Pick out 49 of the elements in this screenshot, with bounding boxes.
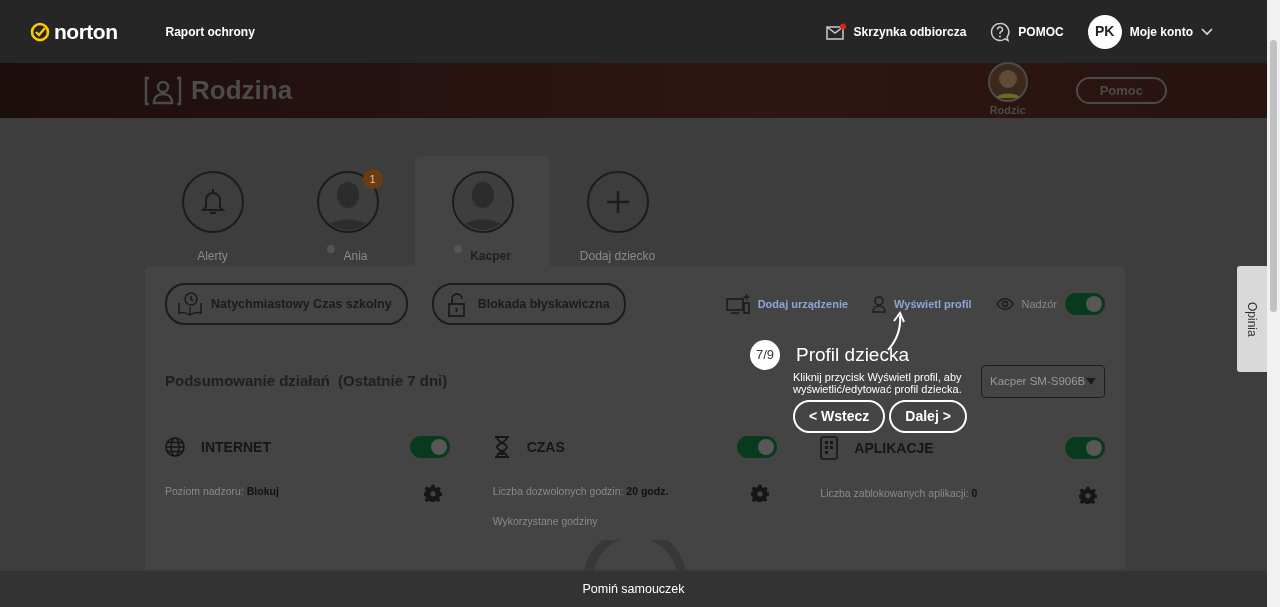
settings-icon[interactable] — [423, 483, 442, 502]
globe-icon — [165, 437, 185, 457]
status-dot — [327, 245, 336, 253]
avatar[interactable]: PK — [1087, 14, 1122, 49]
feedback-tab[interactable]: Opinia — [1237, 266, 1267, 372]
profile-tab[interactable]: 1 Ania — [280, 156, 415, 266]
scrollbar[interactable] — [1267, 0, 1280, 607]
help-link[interactable]: POMOC — [1018, 22, 1064, 41]
caret-down-icon — [1086, 378, 1096, 385]
bell-icon — [198, 187, 227, 217]
profile-tab[interactable]: Alerty — [145, 156, 280, 266]
tour-button[interactable]: Dalej > — [889, 400, 967, 434]
summary-text: Wykorzystane godziny — [492, 514, 598, 529]
supervision-toggle[interactable] — [1065, 293, 1105, 315]
mail-icon[interactable] — [825, 22, 846, 41]
plus-icon — [605, 190, 630, 214]
person-icon — [454, 174, 511, 230]
clock-book-icon — [177, 291, 203, 317]
toggle-switch[interactable] — [1065, 437, 1105, 459]
skip-tutorial-button[interactable]: Pomiń samouczek — [576, 578, 691, 600]
device-dropdown[interactable]: Kacper SM-S906B — [981, 365, 1105, 398]
text-link[interactable]: Dodaj urządzenie — [757, 295, 849, 313]
monitor-plus-icon — [725, 293, 750, 315]
profile-tab[interactable]: Dodaj dziecko — [550, 156, 685, 266]
notification-badge: 1 — [362, 169, 383, 189]
nav-link[interactable]: Raport ochrony — [165, 22, 255, 41]
account-menu[interactable]: Moje konto — [1129, 22, 1193, 41]
hourglass-icon — [492, 436, 511, 458]
supervision-label: Nadzór — [1021, 296, 1057, 312]
tour-title: Profil dziecka — [796, 342, 909, 367]
toggle-switch[interactable] — [409, 436, 450, 458]
settings-icon[interactable] — [1079, 485, 1097, 504]
help-icon[interactable] — [990, 21, 1011, 42]
person-outline-icon — [872, 295, 887, 313]
logo-text: norton — [54, 18, 118, 45]
eye-icon — [995, 298, 1014, 310]
tour-button[interactable]: < Wstecz — [793, 400, 886, 434]
toggle-switch[interactable] — [737, 436, 778, 458]
settings-icon[interactable] — [751, 483, 770, 502]
check-circle-icon — [30, 21, 50, 42]
inbox-link[interactable]: Skrzynka odbiorcza — [853, 22, 967, 41]
parent-avatar-icon — [987, 62, 1028, 103]
text-link[interactable]: Wyświetl profil — [894, 295, 972, 313]
app-grid-icon — [820, 436, 839, 460]
parent-label: Rodzic — [989, 103, 1026, 119]
chevron-down-icon[interactable] — [1201, 27, 1213, 36]
family-icon — [143, 74, 183, 107]
page-title: Rodzina — [191, 74, 293, 107]
tour-text: Kliknij przycisk Wyświetl profil, aby wyświetlić/edytować profil dziecka. — [793, 372, 963, 396]
